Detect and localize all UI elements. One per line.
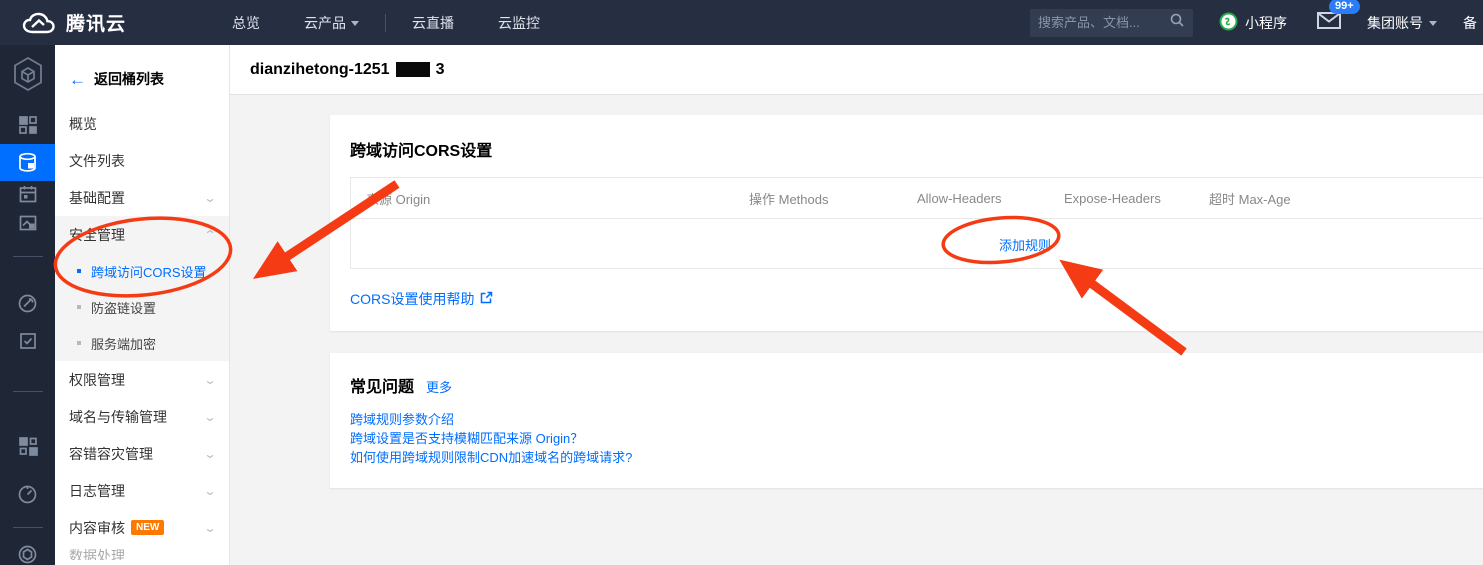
nav-item-cloud-products[interactable]: 云产品	[282, 13, 381, 33]
console-logo-icon[interactable]	[0, 55, 55, 93]
top-nav-right: 小程序 99+ 集团账号 备	[1030, 9, 1483, 37]
bullet-icon	[77, 305, 81, 309]
monitor-gauge-icon[interactable]	[0, 484, 55, 505]
chevron-down-icon: ⌄	[203, 191, 216, 205]
nav-item-overview[interactable]: 总览	[210, 13, 282, 33]
sidebar-item-content-moderation[interactable]: 内容审核NEW⌄	[55, 509, 229, 546]
unread-count-badge: 99+	[1329, 0, 1360, 14]
column-header-max-age: 超时 Max-Age	[1194, 189, 1483, 208]
faq-link-list: 跨域规则参数介绍 跨域设置是否支持模糊匹配来源 Origin？ 如何使用跨域规则…	[350, 413, 1483, 464]
faq-link-cors-params[interactable]: 跨域规则参数介绍	[350, 413, 454, 426]
sidebar-subitem-server-encryption[interactable]: 服务端加密	[55, 325, 229, 361]
rail-divider	[13, 256, 43, 257]
sidebar-item-security-management[interactable]: 安全管理⌃	[55, 216, 229, 253]
new-badge: NEW	[131, 520, 164, 535]
faq-header: 常见问题 更多	[350, 373, 1483, 397]
column-header-allow-headers: Allow-Headers	[902, 191, 1049, 206]
cors-rules-table: 来源 Origin 操作 Methods Allow-Headers Expos…	[350, 177, 1483, 269]
storage-bucket-icon-active[interactable]	[0, 144, 55, 181]
main-content: dianzihetong-12513 跨域访问CORS设置 来源 Origin …	[230, 45, 1483, 565]
chevron-down-icon: ⌄	[203, 447, 216, 461]
sidebar-item-fault-tolerance[interactable]: 容错容灾管理⌄	[55, 435, 229, 472]
bucket-title-bar: dianzihetong-12513	[230, 45, 1483, 95]
account-menu[interactable]: 集团账号	[1367, 13, 1437, 33]
tencent-cloud-logo[interactable]: 腾讯云	[0, 9, 210, 36]
chevron-down-icon: ⌄	[203, 373, 216, 387]
chevron-down-icon: ⌄	[203, 484, 216, 498]
sidebar-subitem-cors-settings[interactable]: 跨域访问CORS设置	[55, 253, 229, 289]
brand-name: 腾讯云	[66, 9, 126, 36]
cloud-logo-icon	[20, 11, 56, 35]
sidebar-subitem-hotlink-protection[interactable]: 防盗链设置	[55, 289, 229, 325]
faq-card: 常见问题 更多 跨域规则参数介绍 跨域设置是否支持模糊匹配来源 Origin？ …	[330, 353, 1483, 488]
mail-icon	[1317, 16, 1341, 33]
cors-card-title: 跨域访问CORS设置	[350, 137, 1483, 161]
sidebar-item-permission-management[interactable]: 权限管理⌄	[55, 361, 229, 398]
back-to-bucket-list[interactable]: ← 返回桶列表	[55, 45, 229, 105]
media-image-icon[interactable]	[0, 213, 55, 233]
chevron-down-icon	[351, 21, 359, 26]
cors-help-link[interactable]: CORS设置使用帮助	[350, 289, 493, 309]
nav-divider	[385, 14, 386, 32]
search-input[interactable]	[1038, 15, 1169, 30]
search-box[interactable]	[1030, 9, 1193, 37]
chevron-up-icon: ⌃	[203, 228, 216, 242]
nav-item-monitor[interactable]: 云监控	[476, 13, 562, 33]
rail-divider	[13, 527, 43, 528]
sidebar-item-basic-config[interactable]: 基础配置⌄	[55, 179, 229, 216]
sidebar-item-domain-transfer[interactable]: 域名与传输管理⌄	[55, 398, 229, 435]
network-tool-icon[interactable]	[0, 293, 55, 314]
task-checkbox-icon[interactable]	[0, 331, 55, 351]
security-management-group: 安全管理⌃ 跨域访问CORS设置 防盗链设置 服务端加密	[55, 216, 229, 361]
faq-more-link[interactable]: 更多	[426, 377, 452, 396]
external-link-icon	[480, 291, 493, 307]
bucket-sidebar: ← 返回桶列表 概览 文件列表 基础配置⌄ 安全管理⌃ 跨域访问CORS设置 防…	[55, 45, 230, 565]
column-header-methods: 操作 Methods	[734, 189, 902, 208]
sidebar-item-file-list[interactable]: 文件列表	[55, 142, 229, 179]
search-icon[interactable]	[1169, 12, 1185, 33]
cors-table-empty-row: 添加规则	[351, 219, 1483, 268]
faq-title: 常见问题	[350, 373, 414, 397]
calendar-icon[interactable]	[0, 184, 55, 204]
apps-grid-icon[interactable]	[0, 436, 55, 456]
chevron-down-icon	[1429, 21, 1437, 26]
mini-program-entry[interactable]: 小程序	[1219, 12, 1287, 34]
truncated-nav-item[interactable]: 备	[1463, 13, 1477, 33]
bullet-icon	[77, 269, 81, 273]
sidebar-item-log-management[interactable]: 日志管理⌄	[55, 472, 229, 509]
faq-link-fuzzy-origin[interactable]: 跨域设置是否支持模糊匹配来源 Origin？	[350, 432, 583, 445]
bucket-name: dianzihetong-12513	[250, 61, 444, 79]
top-nav-items: 总览 云产品 云直播 云监控	[210, 13, 562, 33]
sidebar-item-overview[interactable]: 概览	[55, 105, 229, 142]
sidebar-item-data-processing-cutoff[interactable]: 数据处理	[55, 546, 229, 560]
redaction-box	[396, 62, 430, 77]
top-nav: 腾讯云 总览 云产品 云直播 云监控 小程序	[0, 0, 1483, 45]
faq-link-cdn-restrict[interactable]: 如何使用跨域规则限制CDN加速域名的跨域请求?	[350, 451, 632, 464]
back-arrow-icon: ←	[69, 71, 86, 88]
bullet-icon	[77, 341, 81, 345]
chevron-down-icon: ⌄	[203, 410, 216, 424]
nav-item-live[interactable]: 云直播	[390, 13, 476, 33]
add-rule-button[interactable]: 添加规则	[999, 235, 1051, 254]
security-shield-icon[interactable]	[0, 544, 55, 565]
chevron-down-icon: ⌄	[203, 521, 216, 535]
rail-divider	[13, 391, 43, 392]
mini-program-icon	[1219, 12, 1238, 34]
cors-settings-card: 跨域访问CORS设置 来源 Origin 操作 Methods Allow-He…	[330, 115, 1483, 331]
messages-button[interactable]: 99+	[1317, 12, 1341, 34]
column-header-origin: 来源 Origin	[351, 189, 734, 208]
cors-table-header: 来源 Origin 操作 Methods Allow-Headers Expos…	[351, 178, 1483, 219]
column-header-expose-headers: Expose-Headers	[1049, 191, 1194, 206]
content-area: 跨域访问CORS设置 来源 Origin 操作 Methods Allow-He…	[230, 95, 1483, 488]
product-icon-rail	[0, 45, 55, 565]
dashboard-grid-icon[interactable]	[0, 115, 55, 135]
